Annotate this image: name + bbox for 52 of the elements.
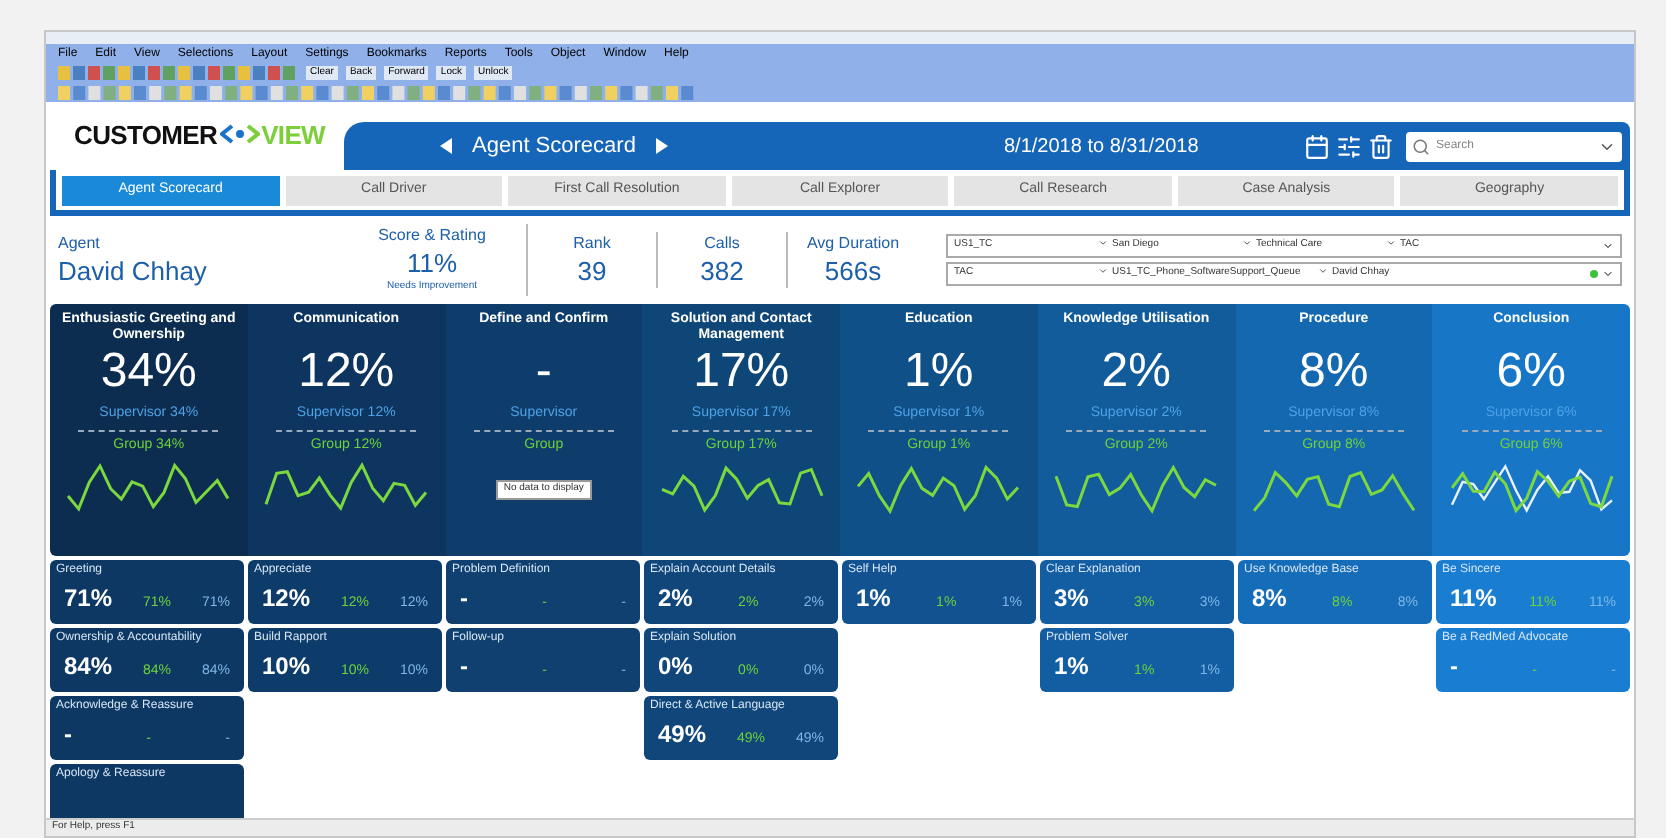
subscore-value: 1%: [856, 582, 891, 616]
subscore-value: -: [1450, 650, 1458, 684]
caret-icon: [1098, 266, 1108, 277]
category-score: 12%: [298, 344, 395, 400]
category-score: 8%: [1299, 344, 1369, 400]
kpi-label: Calls: [704, 231, 740, 256]
category-score: 17%: [693, 344, 790, 400]
kpi-value: 382: [700, 255, 744, 289]
subscore-value: 10%: [262, 650, 311, 684]
subscore-value: 0%: [658, 650, 693, 684]
subscore-value: 11%: [1450, 582, 1497, 616]
previous-sheet-icon[interactable]: [440, 138, 452, 154]
subscore-value: -: [460, 650, 468, 684]
subscore-value: 12%: [262, 582, 311, 616]
category-score: 1%: [904, 344, 974, 400]
kpi-label: Score & Rating: [378, 224, 486, 249]
agent-name: David Chhay: [58, 255, 209, 289]
caret-icon: [1242, 238, 1252, 249]
logo-icon: [219, 124, 260, 145]
subscore-value: 3%: [1054, 582, 1089, 616]
date-range: 8/1/2018 to 8/31/2018: [1004, 133, 1201, 161]
subscore-value: 1%: [1054, 650, 1089, 684]
category-score: 6%: [1496, 344, 1566, 400]
kpi-value: 39: [577, 255, 607, 289]
logo-text: VIEW: [261, 117, 325, 153]
kpi-value: 11%: [406, 248, 458, 280]
subscore-value: 8%: [1252, 582, 1287, 616]
caret-icon[interactable]: [1602, 268, 1614, 280]
caret-icon: [1318, 266, 1328, 277]
caret-icon: [1386, 238, 1396, 249]
category-score: 34%: [100, 344, 197, 400]
subscore-value: -: [460, 582, 468, 616]
kpi-label: Rank: [573, 231, 611, 256]
search-icon: [1412, 137, 1430, 155]
subscore-value: -: [64, 718, 72, 752]
kpi-value: 566s: [824, 255, 882, 289]
caret-icon[interactable]: [1602, 240, 1614, 252]
subscore-value: 2%: [658, 582, 693, 616]
agent-label: Agent: [58, 231, 102, 256]
subscore-value: 49%: [658, 718, 707, 752]
sliders-icon[interactable]: [1336, 133, 1362, 159]
category-score: -: [535, 344, 552, 400]
logo-text: CUSTOMER: [74, 117, 218, 153]
calendar-icon[interactable]: [1304, 133, 1330, 159]
kpi-label: Avg Duration: [806, 231, 900, 256]
category-score: 2%: [1101, 344, 1171, 400]
subscore-value: 71%: [64, 582, 113, 616]
next-sheet-icon[interactable]: [655, 138, 668, 154]
caret-icon: [1098, 238, 1108, 249]
trash-icon[interactable]: [1368, 133, 1394, 159]
sheet-title: Agent Scorecard: [472, 131, 636, 162]
subscore-value: 84%: [64, 650, 113, 684]
